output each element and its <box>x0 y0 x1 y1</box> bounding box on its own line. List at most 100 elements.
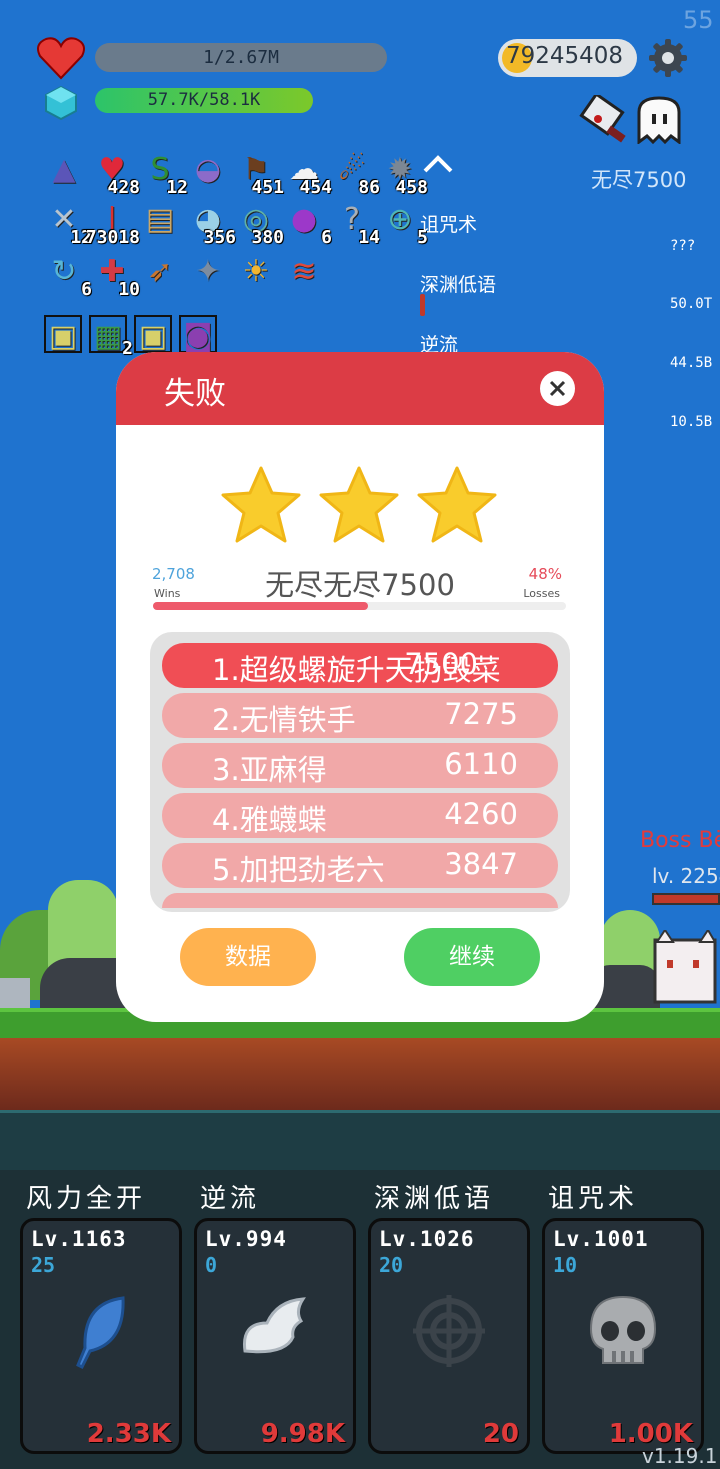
cleaver-icon[interactable] <box>578 95 632 145</box>
mecha-icon: ◒ <box>194 152 222 187</box>
skill-name: 逆流 <box>200 1184 261 1214</box>
cycle-icon: ↻ <box>51 254 77 289</box>
fps-counter: 55 <box>683 6 714 34</box>
data-button[interactable]: 数据 <box>180 928 316 986</box>
close-button[interactable] <box>540 371 575 406</box>
item-slot[interactable]: ▤ <box>140 200 180 240</box>
heat-waves-icon: ≋ <box>291 254 317 289</box>
feather-icon <box>76 1296 125 1369</box>
skill-level: Lv.994 <box>205 1227 287 1251</box>
side-damage-4: 10.5B <box>670 414 713 430</box>
ghost-mode-icon[interactable] <box>636 96 682 144</box>
item-slot[interactable]: ◎ 380 <box>236 200 284 248</box>
boss-hp-bar <box>652 893 720 905</box>
item-count: 86 <box>358 177 380 198</box>
skill-name: 风力全开 <box>26 1184 147 1214</box>
compass-icon: ✦ <box>195 254 221 289</box>
leaderboard-row: 1.超级螺旋升天扔毁菜 7500 <box>162 643 558 688</box>
chevron-up-icon[interactable] <box>422 152 454 174</box>
heart-icon <box>37 37 85 80</box>
loss-percent: 48% <box>528 565 562 583</box>
continue-button[interactable]: 继续 <box>404 928 540 986</box>
item-slot[interactable]: S 12 <box>140 150 188 198</box>
leaderboard-row: 5.加把劲老六 3847 <box>162 843 558 888</box>
item-slot[interactable]: ◙ <box>179 315 217 354</box>
item-slot[interactable]: | 73018 <box>86 200 140 248</box>
map-icon: ▤ <box>145 202 175 237</box>
boss-name: Boss Bë <box>640 828 720 853</box>
leaderboard-row: 4.雅蠛蝶 4260 <box>162 793 558 838</box>
side-damage-3: 44.5B <box>670 355 713 371</box>
skill-sub-value: 25 <box>31 1253 56 1277</box>
item-slot[interactable]: ◒ <box>188 150 228 190</box>
item-slot[interactable]: ✹ 458 <box>380 150 428 198</box>
item-slot[interactable]: ♥ 428 <box>92 150 140 198</box>
item-count: 73018 <box>85 227 140 248</box>
item-count: 6 <box>321 227 332 248</box>
skill-sub-value: 10 <box>553 1253 578 1277</box>
item-slot[interactable]: ▲ <box>44 150 84 190</box>
coin-value: 79245408 <box>506 43 624 69</box>
rune-card-icon: ▣ <box>138 319 168 354</box>
item-slot[interactable]: ⊕ 5 <box>380 200 428 248</box>
item-slot[interactable]: ✚ 10 <box>92 252 140 300</box>
item-slot[interactable]: ✦ <box>188 252 228 292</box>
player-name: 2.无情铁手 <box>212 703 356 737</box>
item-slot[interactable]: ⚑ 451 <box>236 150 284 198</box>
skill-sub-value: 20 <box>379 1253 404 1277</box>
item-slot[interactable]: ▣ <box>134 315 172 354</box>
item-slot[interactable]: ≋ <box>284 252 324 292</box>
item-slot[interactable]: ✕ 12 <box>44 200 92 248</box>
star-icon <box>221 466 301 543</box>
item-count: 454 <box>299 177 332 198</box>
leaderboard-row-partial <box>162 893 558 908</box>
dialog-title: 失败 <box>164 376 226 412</box>
item-count: 428 <box>107 177 140 198</box>
player-score: 4260 <box>444 797 518 831</box>
item-slot[interactable]: ☁ 454 <box>284 150 332 198</box>
player-score: 6110 <box>444 747 518 781</box>
item-slot[interactable]: ? 14 <box>332 200 380 248</box>
monster-card-icon: ◙ <box>183 319 213 354</box>
skill-card[interactable]: Lv.1163 25 2.33K <box>20 1218 182 1454</box>
leaderboard-row: 2.无情铁手 7275 <box>162 693 558 738</box>
side-damage-1: ??? <box>670 238 696 254</box>
item-slot[interactable]: ◕ 356 <box>188 200 236 248</box>
skull-icon <box>589 1295 657 1364</box>
item-slot[interactable]: ☄ 86 <box>332 150 380 198</box>
skill-card[interactable]: Lv.1026 20 20 <box>368 1218 530 1454</box>
item-slot[interactable]: ➶ <box>140 252 180 292</box>
item-count: 10 <box>118 279 140 300</box>
skill-level: Lv.1026 <box>379 1227 475 1251</box>
item-slot[interactable]: ↻ 6 <box>44 252 92 300</box>
skill-card[interactable]: Lv.994 0 9.98K <box>194 1218 356 1454</box>
item-slot[interactable]: ▣ <box>44 315 82 354</box>
target-icon: ⊕ <box>387 202 413 237</box>
player-name: 3.亚麻得 <box>212 753 327 787</box>
player-name: 4.雅蠛蝶 <box>212 803 327 837</box>
skill-card[interactable]: Lv.1001 10 1.00K <box>542 1218 704 1454</box>
ground-dirt <box>0 1038 720 1110</box>
rune-card-icon: ▣ <box>48 319 78 354</box>
damage-bar <box>420 294 425 316</box>
item-slot[interactable]: ● 6 <box>284 200 332 248</box>
potion-icon: ● <box>290 202 318 237</box>
mana-bar-text: 57.7K/58.1K <box>147 90 261 110</box>
side-skill-1: 诅咒术 <box>420 214 478 236</box>
skill-level: Lv.1001 <box>553 1227 649 1251</box>
crystal-icon <box>45 86 77 120</box>
player-score: 7275 <box>444 697 518 731</box>
wizard-hat-icon: ▲ <box>52 152 76 187</box>
gear-icon[interactable] <box>648 38 688 78</box>
item-count: 451 <box>251 177 284 198</box>
version-label: v1.19.1 <box>642 1444 718 1468</box>
close-icon <box>549 380 566 397</box>
coin-counter: 79245408 <box>498 39 637 77</box>
item-count: 356 <box>203 227 236 248</box>
skill-value: 2.33K <box>86 1419 171 1449</box>
item-slot[interactable]: ☀ <box>236 252 276 292</box>
player-score: 3847 <box>444 847 518 881</box>
player-score: 7500 <box>404 647 478 681</box>
skill-name: 诅咒术 <box>548 1184 639 1214</box>
item-slot[interactable]: ▦ 2 <box>89 315 133 359</box>
